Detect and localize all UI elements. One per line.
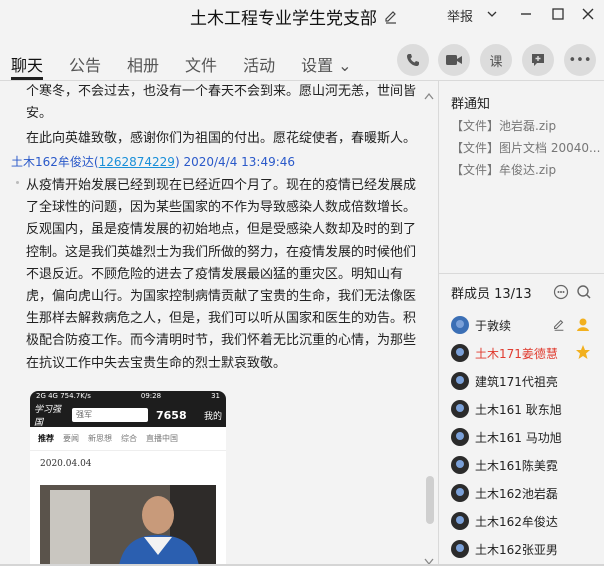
maximize-button[interactable] <box>548 4 568 24</box>
member-edit-icon[interactable] <box>552 317 566 336</box>
app-logo: 学习强国 <box>34 405 62 428</box>
member-avatar <box>451 316 469 334</box>
member-name: 土木162池岩磊 <box>475 486 558 501</box>
members-title: 群成员 13/13 <box>451 287 532 302</box>
phone-nav-item: 推荐 <box>38 434 54 443</box>
member-avatar <box>451 512 469 530</box>
title-bar: 土木工程专业学生党支部 举报 <box>0 0 604 30</box>
phone-nav-bar: 推荐 要闻 新思想 综合 直播中国 <box>30 427 226 451</box>
edit-title-icon[interactable] <box>383 9 399 25</box>
message-text-continued: 个寒冬，不会过去，也没有一个春天不会到来。愿山河无恙，世间皆安。 <box>26 84 417 122</box>
more-button[interactable]: ••• <box>564 44 596 76</box>
message-timestamp: ) 2020/4/4 13:49:46 <box>174 155 296 169</box>
window-title: 土木工程专业学生党支部 <box>190 9 377 29</box>
member-name: 土木162牟俊达 <box>475 514 558 529</box>
phone-article-photo <box>40 485 216 566</box>
member-avatar <box>451 540 469 558</box>
minimize-button[interactable] <box>516 4 536 24</box>
message-text-tribute: 在此向英雄致敬，感谢你们为祖国的付出。愿花绽使者，春暖斯人。 <box>26 131 417 146</box>
close-icon <box>582 8 594 20</box>
tab-files[interactable]: 文件 <box>185 40 217 80</box>
notice-file-item[interactable]: 【文件】图片文档 20040... <box>451 139 601 156</box>
members-divider <box>439 273 604 274</box>
phone-search-box: 强军 <box>72 408 148 422</box>
sender-name[interactable]: 土木162牟俊达( <box>11 155 99 169</box>
class-button[interactable]: 课 <box>480 44 512 76</box>
voice-call-button[interactable] <box>397 44 429 76</box>
tab-activities[interactable]: 活动 <box>243 40 275 80</box>
message-sender-line: 土木162牟俊达(1262874229) 2020/4/4 13:49:46 <box>11 153 295 170</box>
group-chat-add-button[interactable] <box>522 44 554 76</box>
tab-announcements[interactable]: 公告 <box>69 40 101 80</box>
member-avatar <box>451 484 469 502</box>
chat-message-area[interactable]: 个寒冬，不会过去，也没有一个春天不会到来。愿山河无恙，世间皆安。 在此向英雄致敬… <box>0 81 438 566</box>
video-icon <box>446 55 462 65</box>
phone-nav-item: 要闻 <box>63 434 79 443</box>
chevron-down-icon <box>487 11 497 17</box>
phone-mine: 我的 <box>203 411 222 422</box>
phone-status-time: 09:28 <box>140 392 162 400</box>
members-manage-icon[interactable] <box>553 284 569 300</box>
member-item[interactable]: 建筑171代祖亮 <box>451 370 601 392</box>
member-item[interactable]: 土木162张亚男 <box>451 538 601 560</box>
member-avatar <box>451 344 469 362</box>
message-dot-icon <box>16 181 19 184</box>
member-name: 建筑171代祖亮 <box>475 374 558 389</box>
video-call-button[interactable] <box>438 44 470 76</box>
member-item[interactable]: 土木161 耿东旭 <box>451 398 601 420</box>
scroll-up-icon[interactable] <box>424 85 434 104</box>
phone-article-date: 2020.04.04 <box>40 459 92 469</box>
phone-nav-item: 直播中国 <box>146 434 178 443</box>
tab-chat[interactable]: 聊天 <box>11 40 44 80</box>
member-name: 土木171姜德慧 <box>475 346 558 361</box>
report-button[interactable]: 举报 <box>447 6 473 25</box>
member-item[interactable]: 土木162池岩磊 <box>451 482 601 504</box>
tab-album[interactable]: 相册 <box>127 40 159 80</box>
chat-plus-icon <box>532 54 544 66</box>
member-avatar <box>451 428 469 446</box>
member-name: 土木161 马功旭 <box>475 430 562 445</box>
member-item[interactable]: 土木161陈美霓 <box>451 454 601 476</box>
owner-icon <box>575 316 591 336</box>
member-name: 土木162张亚男 <box>475 542 558 557</box>
member-name: 土木161陈美霓 <box>475 458 558 473</box>
member-avatar <box>451 372 469 390</box>
member-name: 于敦续 <box>475 318 512 333</box>
notice-file-item[interactable]: 【文件】牟俊达.zip <box>451 161 601 178</box>
phone-status-right: 31 <box>211 392 220 400</box>
tab-settings[interactable]: 设置 ⌄ <box>301 40 352 80</box>
window-title-group: 土木工程专业学生党支部 <box>190 4 399 29</box>
close-button[interactable] <box>578 4 598 24</box>
minimize-icon <box>521 13 531 15</box>
member-item[interactable]: 土木162牟俊达 <box>451 510 601 532</box>
panel-divider <box>438 81 439 566</box>
chat-scrollbar-thumb[interactable] <box>426 476 434 524</box>
phone-app-header: 学习强国 强军 7658 我的 <box>30 403 226 428</box>
phone-nav-item: 综合 <box>121 434 137 443</box>
maximize-icon <box>552 8 564 20</box>
members-search-icon[interactable] <box>576 284 592 300</box>
group-notice-title: 群通知 <box>451 97 491 112</box>
message-text-main: 从疫情开始发展已经到现在已经近四个月了。现在的疫情已经发展成了全球性的问题，因为… <box>26 178 417 371</box>
member-avatar <box>451 456 469 474</box>
phone-nav-item: 新思想 <box>88 434 112 443</box>
phone-icon <box>407 54 419 66</box>
notice-file-item[interactable]: 【文件】池岩磊.zip <box>451 117 601 134</box>
tab-bar: 聊天 公告 相册 文件 活动 设置 ⌄ <box>0 40 352 80</box>
collapse-button[interactable] <box>482 4 502 24</box>
member-name: 土木161 耿东旭 <box>475 402 562 417</box>
admin-star-icon <box>575 344 591 364</box>
member-item[interactable]: 土木161 马功旭 <box>451 426 601 448</box>
phone-status-left: 2G 4G 754.7K/s <box>36 392 91 400</box>
phone-score: 7658 <box>156 408 187 422</box>
sender-qq-id[interactable]: 1262874229 <box>99 155 175 169</box>
shared-screenshot-image[interactable]: 2G 4G 754.7K/s 09:28 31 学习强国 强军 7658 我的 … <box>30 391 226 566</box>
member-avatar <box>451 400 469 418</box>
